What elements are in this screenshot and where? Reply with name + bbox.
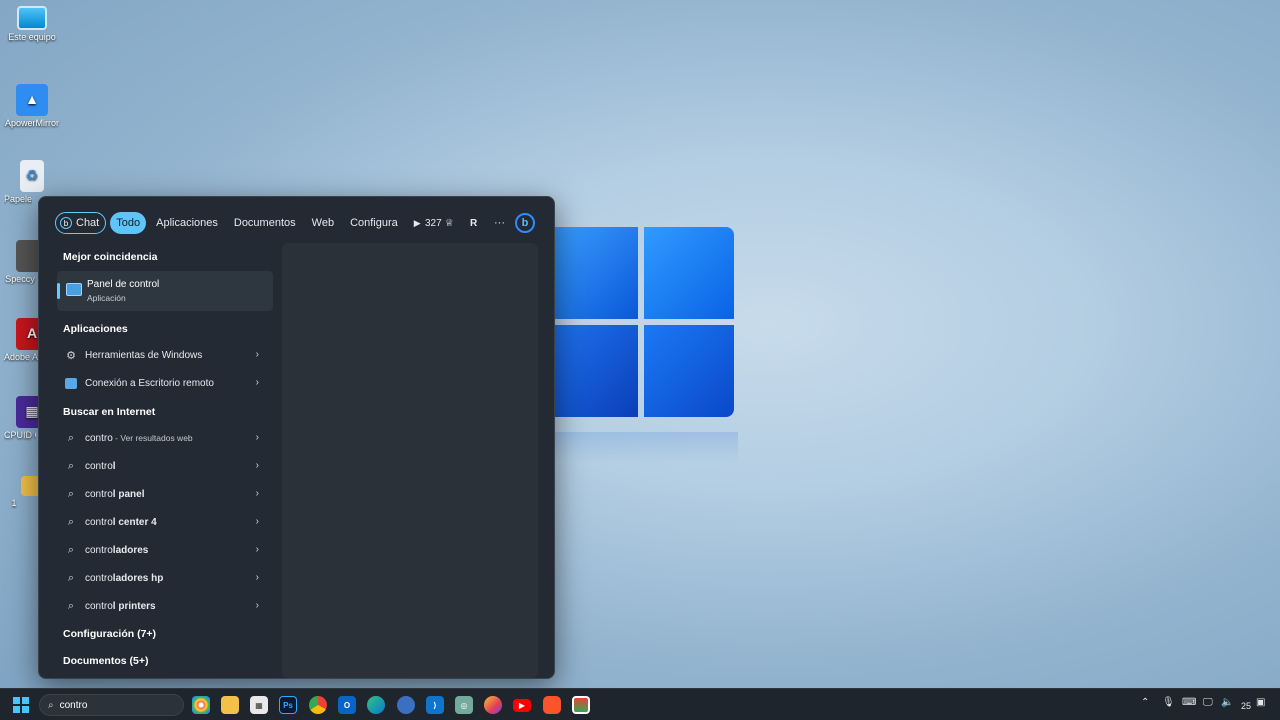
tab-chat[interactable]: b Chat bbox=[55, 212, 107, 234]
chevron-right-icon: › bbox=[255, 349, 259, 360]
bing-chat-icon: b bbox=[60, 217, 72, 229]
search-icon: ⌕ bbox=[67, 487, 75, 500]
app-icon-blue[interactable] bbox=[397, 696, 415, 714]
firefox-icon[interactable] bbox=[484, 696, 502, 714]
tab-web[interactable]: Web bbox=[306, 212, 340, 234]
control-panel-icon bbox=[66, 283, 82, 296]
more-options-button[interactable]: ··· bbox=[494, 212, 505, 234]
list-item[interactable]: ⌕ control › bbox=[57, 453, 273, 479]
bing-icon: b bbox=[521, 217, 529, 229]
recycle-bin-icon: ♻ bbox=[20, 160, 44, 192]
chevron-right-icon: › bbox=[255, 377, 259, 388]
avatar[interactable]: R bbox=[470, 212, 477, 234]
search-icon: ⌕ bbox=[67, 431, 75, 444]
search-icon: ⌕ bbox=[67, 543, 75, 556]
search-icon: ⌕ bbox=[67, 599, 75, 612]
search-icon: ⌕ bbox=[67, 571, 75, 584]
list-item[interactable]: ⌕ control center 4 › bbox=[57, 509, 273, 535]
section-settings[interactable]: Configuración (7+) bbox=[63, 628, 156, 640]
section-documents[interactable]: Documentos (5+) bbox=[63, 655, 148, 667]
file-explorer-icon[interactable] bbox=[221, 696, 239, 714]
app-icon-multi[interactable] bbox=[572, 696, 590, 714]
remote-desktop-icon bbox=[57, 377, 85, 389]
chevron-right-icon: › bbox=[255, 516, 259, 527]
trophy-icon: ♕ bbox=[444, 217, 454, 229]
start-button[interactable] bbox=[13, 697, 29, 713]
vscode-icon[interactable]: ⟩ bbox=[426, 696, 444, 714]
edge-icon[interactable] bbox=[367, 696, 385, 714]
tab-configura[interactable]: Configura bbox=[344, 212, 404, 234]
list-item[interactable]: ⌕ contro - Ver resultados web › bbox=[57, 425, 273, 451]
volume-icon[interactable]: 🔈 bbox=[1221, 697, 1233, 708]
chrome-icon[interactable] bbox=[309, 696, 327, 714]
tab-todo[interactable]: Todo bbox=[110, 212, 147, 234]
search-icon: ⌕ bbox=[67, 459, 75, 472]
photoshop-icon[interactable]: Ps bbox=[279, 696, 297, 714]
rewards-points[interactable]: 327 ♕ bbox=[425, 212, 454, 234]
chevron-right-icon: › bbox=[255, 460, 259, 471]
best-match-item[interactable]: Panel de control Aplicación bbox=[57, 271, 273, 311]
search-icon: ⌕ bbox=[48, 699, 54, 711]
outlook-icon[interactable]: O bbox=[338, 696, 356, 714]
monitor-icon bbox=[17, 6, 47, 30]
taskbar-search-box[interactable]: ⌕ bbox=[39, 694, 184, 716]
section-best-match: Mejor coincidencia bbox=[63, 251, 158, 263]
section-web: Buscar en Internet bbox=[63, 406, 156, 418]
list-item[interactable]: ⚙ Herramientas de Windows › bbox=[57, 342, 273, 368]
windows-logo-wallpaper bbox=[548, 227, 736, 417]
search-input[interactable] bbox=[59, 699, 170, 711]
list-item[interactable]: ⌕ controladores hp › bbox=[57, 565, 273, 591]
list-item[interactable]: ⌕ controladores › bbox=[57, 537, 273, 563]
chevron-right-icon: › bbox=[255, 544, 259, 555]
list-item[interactable]: ⌕ control printers › bbox=[57, 593, 273, 619]
tabs-scroll-right-button[interactable]: ▶ bbox=[408, 212, 427, 234]
bing-button[interactable]: b bbox=[515, 213, 535, 233]
search-panel: b Chat Todo Aplicaciones Documentos Web … bbox=[38, 196, 555, 679]
taskbar: ⌕ ▦ Ps O ⟩ ◎ ▶ ⌃ 🎙 ⌨ 🖵 🔈 25 ▣ bbox=[0, 688, 1280, 720]
tab-documentos[interactable]: Documentos bbox=[228, 212, 302, 234]
app-icon-pinwheel[interactable] bbox=[192, 696, 210, 714]
tab-aplicaciones[interactable]: Aplicaciones bbox=[150, 212, 224, 234]
desktop-icon-este-equipo[interactable]: Este equipo bbox=[4, 6, 60, 43]
section-apps: Aplicaciones bbox=[63, 323, 128, 335]
brave-icon[interactable] bbox=[543, 696, 561, 714]
preview-pane bbox=[282, 243, 538, 678]
chevron-right-icon: › bbox=[255, 432, 259, 443]
notification-icon[interactable]: ▣ bbox=[1256, 697, 1265, 708]
youtube-icon[interactable]: ▶ bbox=[513, 699, 531, 712]
keyboard-icon[interactable]: ⌨ bbox=[1182, 697, 1196, 708]
network-icon[interactable]: 🖵 bbox=[1203, 697, 1213, 708]
chevron-right-icon: › bbox=[255, 572, 259, 583]
apowermirror-icon: ▲ bbox=[16, 84, 48, 116]
clock[interactable]: 25 bbox=[1241, 701, 1251, 711]
search-icon: ⌕ bbox=[67, 515, 75, 528]
list-item[interactable]: ⌕ control panel › bbox=[57, 481, 273, 507]
chevron-right-icon: › bbox=[255, 600, 259, 611]
list-item[interactable]: Conexión a Escritorio remoto › bbox=[57, 370, 273, 396]
chevron-up-icon[interactable]: ⌃ bbox=[1141, 697, 1149, 708]
chevron-right-icon: › bbox=[255, 488, 259, 499]
search-tabs: b Chat Todo Aplicaciones Documentos Web … bbox=[55, 212, 427, 234]
store-icon[interactable]: ▦ bbox=[250, 696, 268, 714]
microphone-icon[interactable]: 🎙 bbox=[1162, 697, 1175, 708]
chatgpt-icon[interactable]: ◎ bbox=[455, 696, 473, 714]
windows-tools-icon: ⚙ bbox=[66, 349, 76, 362]
desktop-icon-apowermirror[interactable]: ▲ ApowerMirror bbox=[4, 84, 60, 129]
